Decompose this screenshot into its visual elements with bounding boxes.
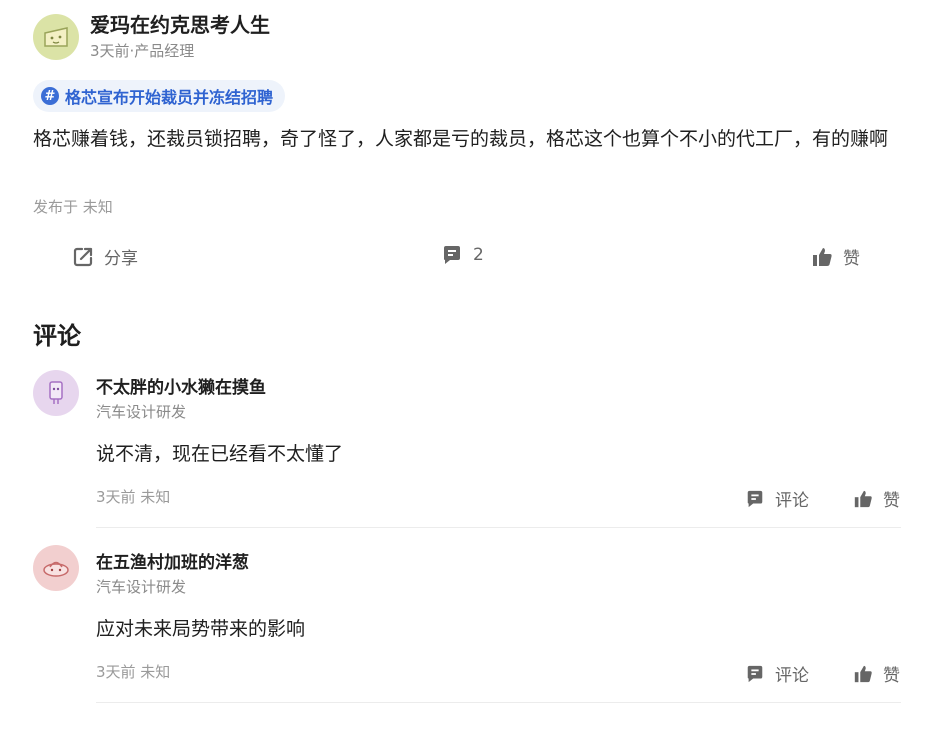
share-icon	[73, 247, 93, 266]
avatar[interactable]	[33, 370, 79, 416]
comment-time: 3天前 未知	[96, 488, 171, 506]
thumbs-up-icon	[854, 665, 872, 682]
comment-time: 3天前 未知	[96, 663, 171, 681]
commenter-name[interactable]: 在五渔村加班的洋葱	[96, 551, 249, 575]
post-content: 格芯赚着钱，还裁员锁招聘，奇了怪了，人家都是亏的裁员，格芯这个也算个不小的代工厂…	[33, 128, 889, 150]
author-name[interactable]: 爱玛在约克思考人生	[90, 11, 270, 39]
comment-like-button[interactable]: 赞	[853, 661, 900, 686]
commenter-role: 汽车设计研发	[96, 403, 187, 421]
comments-section-title: 评论	[33, 322, 81, 350]
share-label: 分享	[104, 249, 138, 269]
commenter-role: 汽车设计研发	[96, 578, 187, 596]
comment-count: 2	[473, 245, 484, 265]
comment-like-label: 赞	[883, 491, 900, 511]
reply-button[interactable]: 评论	[745, 661, 809, 686]
onion-avatar-icon	[43, 561, 69, 577]
comment-icon	[747, 490, 763, 507]
comment-divider	[96, 527, 901, 528]
comment-icon	[444, 246, 460, 264]
comment-text: 应对未来局势带来的影响	[96, 618, 306, 640]
like-button[interactable]: 赞	[811, 244, 860, 269]
commenter-name[interactable]: 不太胖的小水獭在摸鱼	[96, 376, 266, 400]
like-label: 赞	[843, 249, 860, 269]
otter-avatar-icon	[49, 381, 63, 404]
reply-label: 评论	[775, 666, 809, 686]
comment-icon	[747, 665, 763, 682]
comment-count-button[interactable]: 2	[441, 244, 484, 266]
topic-chip[interactable]: # 格芯宣布开始裁员并冻结招聘	[33, 80, 286, 112]
author-meta: 3天前·产品经理	[90, 42, 195, 60]
comment-divider	[96, 702, 901, 703]
reply-label: 评论	[775, 491, 809, 511]
thumbs-up-icon	[854, 490, 872, 507]
thumbs-up-icon	[813, 247, 832, 266]
hashtag-icon: #	[41, 87, 59, 105]
avatar[interactable]	[33, 545, 79, 591]
cheese-avatar-icon	[44, 27, 68, 47]
post-published: 发布于 未知	[33, 198, 113, 216]
share-button[interactable]: 分享	[72, 244, 138, 269]
comment-like-button[interactable]: 赞	[853, 486, 900, 511]
comment-text: 说不清，现在已经看不太懂了	[96, 443, 344, 465]
author-avatar[interactable]	[33, 14, 79, 60]
topic-label: 格芯宣布开始裁员并冻结招聘	[65, 88, 274, 107]
reply-button[interactable]: 评论	[745, 486, 809, 511]
comment-like-label: 赞	[883, 666, 900, 686]
